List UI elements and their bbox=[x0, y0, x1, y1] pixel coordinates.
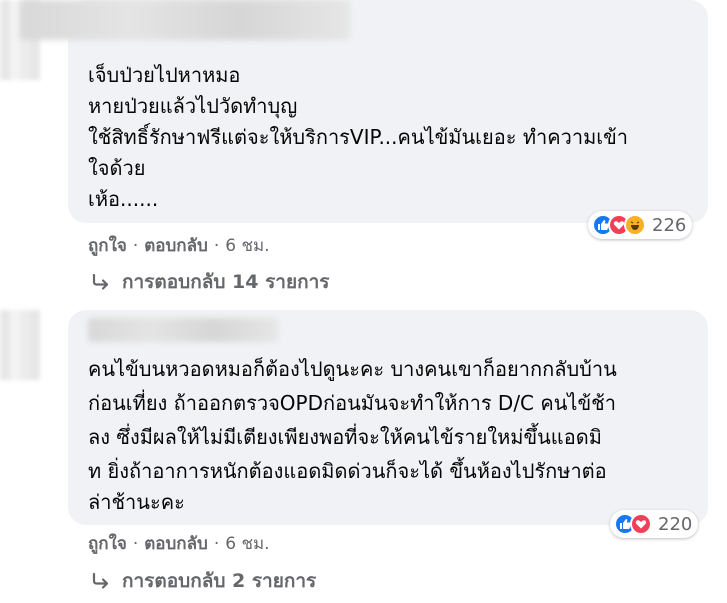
comment-text-line: ใช้สิทธิ์รักษาฟรีแต่จะให้บริการVIP...คนไ… bbox=[88, 125, 628, 149]
replies-count-label: การตอบกลับ 14 รายการ bbox=[122, 271, 330, 293]
comment-text-line: เจ็บป่วยไปหาหมอ bbox=[88, 63, 241, 87]
comment-text-line: เห้อ...... bbox=[88, 187, 159, 211]
love-icon bbox=[630, 513, 652, 535]
commenter-name-redacted[interactable] bbox=[88, 318, 278, 342]
comment-actions: ถูกใจ · ตอบกลับ · 6 ชม. bbox=[88, 232, 270, 259]
reply-button[interactable]: ตอบกลับ bbox=[144, 232, 208, 259]
comment-text-line: หายป่วยแล้วไปวัดทำบุญ bbox=[88, 94, 298, 118]
separator: · bbox=[132, 533, 139, 554]
comment-text-line: ลง ซึ่งมีผลให้ไม่มีเตียงเพียงพอที่จะให้ค… bbox=[88, 425, 602, 449]
avatar[interactable] bbox=[0, 310, 40, 380]
comment-text-line: ท ยิ่งถ้าอาการหนักต้องแอดมิดด่วนก็จะได้ … bbox=[88, 459, 607, 483]
separator: · bbox=[213, 533, 220, 554]
comment-1: เจ็บป่วยไปหาหมอ หายป่วยแล้วไปวัดทำบุญ ใช… bbox=[0, 0, 727, 300]
view-replies-link[interactable]: การตอบกลับ 2 รายการ bbox=[90, 566, 316, 596]
replies-count-label: การตอบกลับ 2 รายการ bbox=[122, 570, 317, 592]
comment-text-line: คนไข้บนหวอดหมอก็ต้องไปดูนะคะ บางคนเขาก็อ… bbox=[88, 357, 617, 381]
view-replies-link[interactable]: การตอบกลับ 14 รายการ bbox=[90, 267, 329, 297]
comment-text-line: ล่าช้านะคะ bbox=[88, 490, 185, 514]
reaction-count: 226 bbox=[652, 214, 687, 236]
separator: · bbox=[213, 235, 220, 256]
separator: · bbox=[132, 235, 139, 256]
reaction-count: 220 bbox=[658, 513, 693, 535]
timestamp[interactable]: 6 ชม. bbox=[225, 530, 269, 557]
reply-arrow-icon bbox=[92, 572, 109, 589]
comment-2: คนไข้บนหวอดหมอก็ต้องไปดูนะคะ บางคนเขาก็อ… bbox=[0, 300, 727, 603]
reply-button[interactable]: ตอบกลับ bbox=[144, 530, 208, 557]
timestamp[interactable]: 6 ชม. bbox=[225, 232, 269, 259]
comment-actions: ถูกใจ · ตอบกลับ · 6 ชม. bbox=[88, 530, 270, 557]
commenter-name-redacted[interactable] bbox=[20, 0, 350, 40]
reaction-summary[interactable]: 220 bbox=[610, 510, 699, 538]
like-button[interactable]: ถูกใจ bbox=[88, 530, 127, 557]
haha-icon bbox=[624, 214, 646, 236]
comment-text-line: ก่อนเที่ยง ถ้าออกตรวจOPDก่อนมันจะทำให้กา… bbox=[88, 391, 616, 415]
reply-arrow-icon bbox=[92, 273, 109, 290]
like-button[interactable]: ถูกใจ bbox=[88, 232, 127, 259]
comment-text-line: ใจด้วย bbox=[88, 156, 146, 180]
reaction-summary[interactable]: 226 bbox=[588, 211, 693, 239]
